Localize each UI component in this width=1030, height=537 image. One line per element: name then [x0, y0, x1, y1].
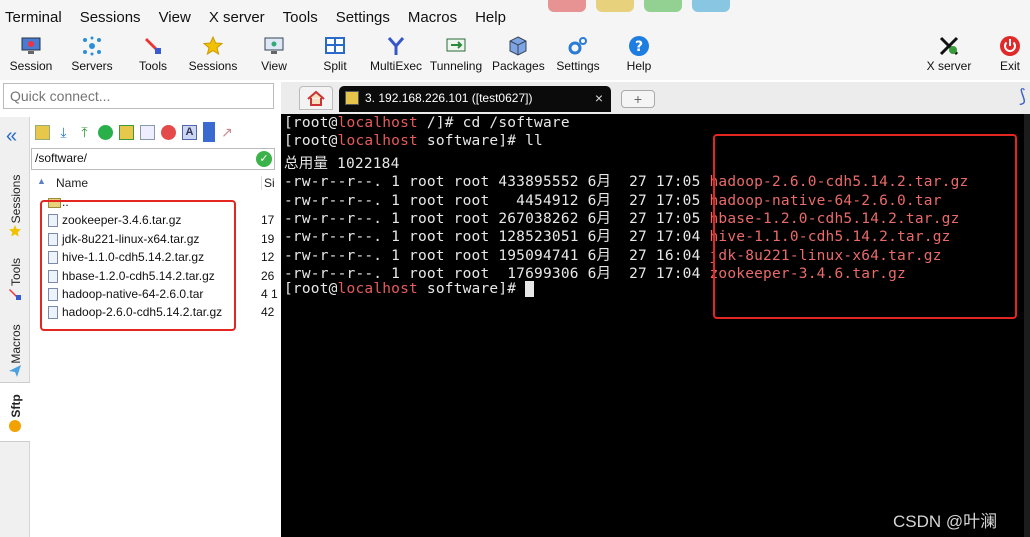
terminal-scrollbar[interactable]: [1024, 114, 1030, 537]
tools-button[interactable]: Tools: [133, 34, 173, 80]
help-icon: ?: [629, 36, 649, 56]
terminal-line: [root@localhost software]# ll: [284, 133, 543, 150]
red-swatch-icon: [548, 0, 586, 12]
tools-side-icon: [9, 289, 21, 300]
sessions-button[interactable]: Sessions: [186, 34, 240, 80]
menu-bar: Terminal Sessions View X server Tools Se…: [0, 0, 1030, 34]
close-tab-icon[interactable]: ×: [595, 90, 603, 106]
menu-macros[interactable]: Macros: [399, 9, 466, 26]
highlight-box-sftp: [40, 200, 236, 331]
sftp-path-text: /software/: [35, 151, 88, 165]
quick-connect-input[interactable]: [3, 83, 274, 109]
collapse-chevron-icon[interactable]: «: [6, 125, 17, 148]
menu-sessions[interactable]: Sessions: [71, 9, 150, 26]
session-tab-bar: 3. 192.168.226.101 ([test0627]) × + ⟆: [281, 82, 1030, 114]
x-server-icon: [939, 36, 959, 56]
session-button[interactable]: Session: [8, 34, 54, 80]
blue-swatch-icon: [692, 0, 730, 12]
sftp-toolbar: ⤓ ⤒ A ↗: [31, 117, 281, 147]
folder-open-icon[interactable]: [35, 124, 50, 140]
link-icon[interactable]: ↗: [221, 124, 236, 140]
side-tab-macros[interactable]: Macros: [0, 312, 30, 382]
menu-x-server[interactable]: X server: [200, 9, 274, 26]
upload-icon[interactable]: ⤒: [77, 124, 92, 140]
terminal-line: [root@localhost /]# cd /software: [284, 115, 570, 131]
properties-icon[interactable]: [203, 122, 215, 142]
menu-view[interactable]: View: [150, 9, 200, 26]
sort-up-icon: ▲: [37, 176, 46, 186]
home-tab[interactable]: [299, 86, 333, 110]
highlight-box-terminal: [713, 134, 1017, 319]
menu-help[interactable]: Help: [466, 9, 515, 26]
sftp-icon: [9, 420, 21, 432]
side-tab-tools[interactable]: Tools: [0, 247, 30, 307]
help-button[interactable]: ? Help: [624, 34, 654, 80]
new-tab-button[interactable]: +: [621, 90, 655, 108]
tools-icon: [145, 38, 161, 54]
servers-button[interactable]: Servers: [68, 34, 116, 80]
exit-button[interactable]: Exit: [995, 34, 1025, 80]
side-tab-sftp[interactable]: Sftp: [0, 382, 30, 442]
terminal-cursor: [525, 280, 535, 297]
terminal-line: [root@localhost software]#: [284, 280, 535, 297]
sessions-star-icon: [9, 225, 21, 237]
packages-button[interactable]: Packages: [492, 34, 545, 80]
gear-icon: [568, 37, 587, 55]
delete-icon[interactable]: [161, 124, 176, 140]
yellow-swatch-icon: [596, 0, 634, 12]
tunneling-button[interactable]: Tunneling: [428, 34, 484, 80]
green-swatch-icon: [644, 0, 682, 12]
side-tabs: « Sessions Tools Macros Sftp: [0, 117, 30, 537]
split-button[interactable]: Split: [318, 34, 352, 80]
split-icon: [325, 37, 345, 54]
menu-settings[interactable]: Settings: [327, 9, 399, 26]
tunneling-icon: [446, 38, 466, 52]
side-tab-sessions[interactable]: Sessions: [0, 162, 30, 242]
window-color-swatches: [548, 0, 730, 14]
power-icon: [1000, 36, 1020, 56]
home-icon: [307, 90, 325, 106]
menu-tools[interactable]: Tools: [274, 9, 327, 26]
new-folder-icon[interactable]: [119, 124, 134, 140]
settings-button[interactable]: Settings: [554, 34, 602, 80]
multiexec-icon: [387, 37, 405, 55]
star-icon: [202, 35, 224, 56]
view-button[interactable]: View: [256, 34, 292, 80]
macros-send-icon: [9, 365, 21, 377]
multiexec-button[interactable]: MultiExec: [369, 34, 423, 80]
column-name[interactable]: Name: [56, 176, 88, 190]
rename-icon[interactable]: A: [182, 124, 197, 140]
terminal-tab[interactable]: 3. 192.168.226.101 ([test0627]) ×: [339, 86, 611, 112]
view-icon: [264, 37, 284, 54]
sftp-column-header: ▲ Name Si: [31, 174, 281, 194]
download-icon[interactable]: ⤓: [56, 124, 71, 140]
refresh-icon[interactable]: [98, 124, 113, 140]
servers-icon: [83, 36, 101, 56]
main-toolbar: Session Servers Tools Sessions View Spli…: [0, 34, 1030, 80]
svg-text:?: ?: [635, 39, 643, 55]
packages-icon: [509, 36, 527, 56]
monitor-icon: [21, 37, 41, 54]
paperclip-icon[interactable]: ⟆: [1019, 86, 1026, 107]
column-size[interactable]: Si: [261, 176, 275, 190]
terminal-tab-title: 3. 192.168.226.101 ([test0627]): [365, 91, 533, 105]
terminal-tab-icon: [345, 91, 359, 105]
menu-terminal[interactable]: Terminal: [0, 9, 71, 26]
sftp-path-field[interactable]: /software/ ✓: [31, 148, 275, 170]
new-file-icon[interactable]: [140, 124, 155, 140]
watermark: CSDN @叶澜: [893, 512, 998, 531]
path-confirm-icon[interactable]: ✓: [256, 151, 272, 167]
x-server-button[interactable]: X server: [924, 34, 974, 80]
